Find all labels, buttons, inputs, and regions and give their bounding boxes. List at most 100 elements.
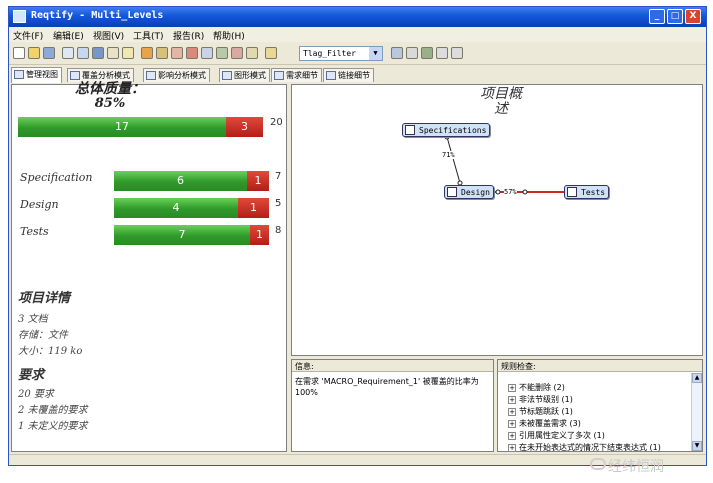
node-label: Specifications (419, 126, 487, 135)
quality-title: 总体质量： (75, 81, 145, 97)
impact-icon (146, 71, 156, 80)
chevron-down-icon[interactable]: ▼ (369, 47, 382, 60)
import-icon[interactable] (201, 47, 213, 59)
detail-documents: 3 文档 (18, 314, 48, 325)
project-overview-graph: 项目概 述 Specifications 71% Design 57% Test… (291, 84, 703, 356)
filter-select[interactable]: Tlag_Filter ▼ (299, 46, 383, 61)
rule-item-label: 引用属性定义了多次 (1) (519, 431, 605, 440)
close-button[interactable]: X (685, 9, 701, 24)
rule-item-label: 节标题跳跃 (1) (519, 407, 573, 416)
title-bar[interactable]: Reqtify - Multi_Levels _ □ X (9, 7, 706, 27)
refresh-icon[interactable] (92, 47, 104, 59)
expand-icon[interactable]: + (508, 419, 516, 428)
rule-item[interactable]: + 引用属性定义了多次 (1) (508, 430, 605, 441)
info-message: 在需求 'MACRO_Requirement_1' 被覆盖的比率为 100% (295, 377, 479, 397)
document-icon[interactable] (216, 47, 228, 59)
mail-icon[interactable] (391, 47, 403, 59)
analyze-icon[interactable] (141, 47, 153, 59)
menu-report[interactable]: 报告(R) (173, 29, 204, 42)
expand-icon[interactable]: + (508, 407, 516, 416)
edge-label-spec-design: 71% (442, 151, 455, 159)
rule-check-scrollbar[interactable]: ▲ ▼ (691, 373, 702, 451)
tab-graphic-mode[interactable]: 图形模式 (219, 68, 270, 82)
minimize-button[interactable]: _ (649, 9, 665, 24)
maximize-button[interactable]: □ (667, 9, 683, 24)
tab-label: 链接细节 (338, 71, 370, 80)
forward-icon (451, 47, 463, 59)
tab-coverage-analysis[interactable]: 覆盖分析模式 (67, 68, 134, 82)
expand-icon[interactable]: + (508, 431, 516, 440)
tab-management-view[interactable]: 管理视图 (11, 67, 62, 83)
app-window: Reqtify - Multi_Levels _ □ X 文件(F) 编辑(E)… (8, 6, 707, 466)
rule-item[interactable]: + 非法节级别 (1) (508, 394, 573, 405)
print-icon[interactable] (62, 47, 74, 59)
document-icon (405, 125, 415, 135)
overall-total: 20 (270, 117, 283, 128)
rule-item[interactable]: + 节标题跳跃 (1) (508, 406, 573, 417)
flag-icon[interactable] (265, 47, 277, 59)
filter-select-value: Tlag_Filter (303, 49, 356, 58)
project-summary-pane: 总体质量： 85% 17 3 20 Specification 6 1 7 De… (11, 81, 287, 452)
save-icon[interactable] (43, 47, 55, 59)
design-covered-segment: 4 (114, 198, 238, 218)
edge-endpoint-design-right (495, 189, 501, 195)
expand-icon[interactable]: + (508, 443, 516, 452)
node-specifications[interactable]: Specifications (402, 123, 491, 137)
specification-total: 7 (275, 171, 282, 182)
window-title: Reqtify - Multi_Levels (31, 10, 164, 21)
specification-covered-segment: 6 (114, 171, 247, 191)
disabled-icon (406, 47, 418, 59)
rule-item[interactable]: + 在未开始表达式的情况下结束表达式 (1) (508, 442, 661, 453)
tests-coverage-bar: 7 1 (114, 225, 269, 245)
rule-item[interactable]: + 未被覆盖需求 (3) (508, 418, 581, 429)
cut-icon[interactable] (107, 47, 119, 59)
node-design[interactable]: Design (444, 185, 494, 199)
tab-requirement-details[interactable]: 需求细节 (271, 68, 322, 82)
coverage-icon (70, 71, 80, 80)
specification-uncovered-segment: 1 (247, 171, 269, 191)
tag-icon[interactable] (231, 47, 243, 59)
scroll-up-icon[interactable]: ▲ (692, 373, 702, 383)
req-uncovered: 2 未覆盖的要求 (18, 405, 88, 416)
node-tests[interactable]: Tests (564, 185, 610, 199)
app-icon (13, 10, 26, 23)
export-icon[interactable] (186, 47, 198, 59)
tool-icon[interactable] (421, 47, 433, 59)
preview-icon[interactable] (77, 47, 89, 59)
link-details-icon (326, 71, 336, 80)
menu-edit[interactable]: 编辑(E) (53, 29, 84, 42)
copy-icon[interactable] (122, 47, 134, 59)
document-icon (567, 187, 577, 197)
rule-item-label: 未被覆盖需求 (3) (519, 419, 581, 428)
menu-file[interactable]: 文件(F) (13, 29, 43, 42)
graphic-icon (222, 71, 232, 80)
menu-tools[interactable]: 工具(T) (133, 29, 164, 42)
node-label: Design (461, 188, 490, 197)
tests-covered-segment: 7 (114, 225, 250, 245)
rule-item-label: 非法节级别 (1) (519, 395, 573, 404)
expand-icon[interactable]: + (508, 383, 516, 392)
link-icon[interactable] (171, 47, 183, 59)
menu-view[interactable]: 视图(V) (93, 29, 124, 42)
edge-endpoint-tests (522, 189, 528, 195)
category-label-design: Design (20, 198, 59, 211)
filter-icon[interactable] (246, 47, 258, 59)
scroll-down-icon[interactable]: ▼ (692, 441, 702, 451)
open-icon[interactable] (28, 47, 40, 59)
rule-item[interactable]: + 不能删除 (2) (508, 382, 565, 393)
new-icon[interactable] (13, 47, 25, 59)
info-header: 信息: (292, 360, 493, 372)
requirement-icon (274, 71, 284, 80)
overall-coverage-bar: 17 3 (18, 117, 263, 137)
tab-label: 需求细节 (286, 71, 318, 80)
watermark: 经纬恒润 (608, 459, 664, 475)
detail-storage: 存储：文件 (18, 330, 68, 341)
expand-icon[interactable]: + (508, 395, 516, 404)
menu-help[interactable]: 帮助(H) (213, 29, 245, 42)
tab-label: 管理视图 (26, 70, 58, 79)
report-icon[interactable] (156, 47, 168, 59)
tab-link-details[interactable]: 链接细节 (323, 68, 374, 82)
tests-uncovered-segment: 1 (250, 225, 269, 245)
tab-impact-analysis[interactable]: 影响分析模式 (143, 68, 210, 82)
info-pane: 信息: 在需求 'MACRO_Requirement_1' 被覆盖的比率为 10… (291, 359, 494, 452)
